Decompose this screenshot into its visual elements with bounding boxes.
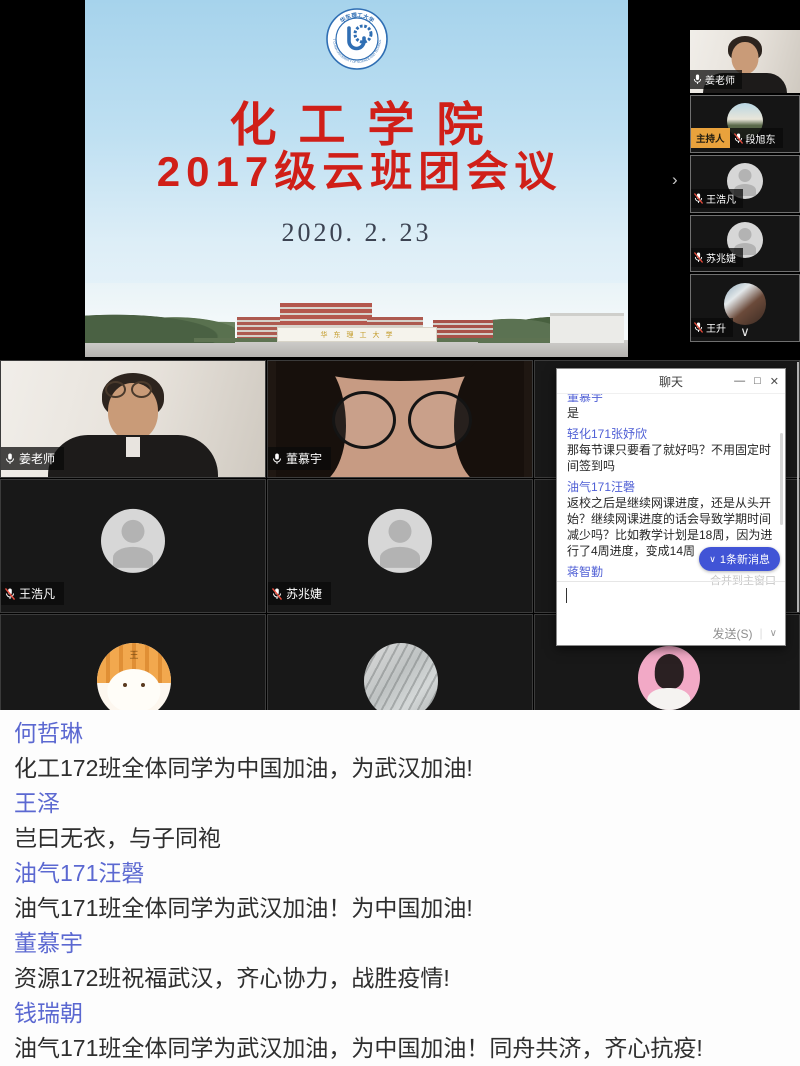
video-collar [126, 437, 140, 457]
thumbnail-wang-sheng[interactable]: 王升 ∨ [690, 274, 800, 342]
mic-icon [5, 453, 15, 465]
new-message-label: 1条新消息 [720, 551, 770, 567]
default-avatar [101, 509, 165, 573]
default-avatar [368, 509, 432, 573]
participant-label: 主持人 段旭东 [691, 128, 783, 148]
chat-sender: 轻化171张妤欣 [567, 426, 775, 442]
participant-label: 王浩凡 [691, 189, 743, 208]
avatar-character: 王 [129, 648, 138, 661]
send-dropdown-icon[interactable]: ∨ [770, 628, 777, 639]
text-caret [566, 588, 567, 603]
video-tile-dong-muyu[interactable]: 董慕宇 [267, 360, 533, 478]
participant-name: 王升 [706, 320, 726, 335]
thumbnail-su-zhaojie[interactable]: 苏兆婕 [690, 215, 800, 272]
minimize-icon[interactable]: — [734, 375, 745, 387]
slide-title-line2: 2017级云班团会议 [85, 138, 628, 199]
new-message-pill[interactable]: ∨ 1条新消息 [699, 547, 780, 571]
feed-text: 油气171班全体同学为武汉加油！为中国加油! [14, 891, 800, 926]
feed-sender: 何哲琳 [14, 716, 800, 751]
participant-name: 董慕宇 [286, 450, 322, 467]
mic-icon [272, 453, 282, 465]
video-tile-jiang-laoshi[interactable]: 姜老师 [0, 360, 266, 478]
feed-sender: 董慕宇 [14, 926, 800, 961]
glasses [131, 381, 152, 398]
muted-mic-icon [5, 588, 15, 600]
chat-window: 聊天 — □ ✕ 董慕宇 是 轻化171张妤欣 那每节课只要看了就好吗？不用固定… [556, 368, 786, 646]
close-icon[interactable]: ✕ [770, 375, 779, 388]
host-badge: 主持人 [691, 128, 730, 148]
video-tile-tiger-avatar[interactable]: 王 [0, 614, 266, 710]
participant-name: 王浩凡 [706, 191, 736, 206]
muted-mic-icon [694, 252, 703, 263]
feed-text: 资源172班祝福武汉，齐心协力，战胜疫情! [14, 961, 800, 996]
send-button[interactable]: 发送(S) [713, 625, 753, 642]
participant-name: 姜老师 [19, 450, 55, 467]
muted-mic-icon [272, 588, 282, 600]
participant-label: 姜老师 [1, 447, 64, 470]
glasses [408, 391, 472, 449]
slide-date: 2020. 2. 23 [85, 218, 628, 248]
university-logo: 华东理工大学 EAST CHINA UNIVERSITY OF SCIENCE … [325, 7, 389, 71]
grid-scrollbar[interactable] [797, 362, 799, 612]
participant-name: 段旭东 [746, 131, 776, 146]
video-tile-su-zhaojie[interactable]: 苏兆婕 [267, 479, 533, 613]
presentation-slide: 华东理工大学 EAST CHINA UNIVERSITY OF SCIENCE … [85, 0, 628, 357]
participant-name: 苏兆婕 [286, 585, 322, 602]
participant-label: 苏兆婕 [691, 248, 743, 267]
muted-mic-icon [734, 133, 743, 144]
chat-text: 是 [567, 405, 775, 421]
chat-text: 那每节课只要看了就好吗？不用固定时间签到吗 [567, 442, 775, 474]
thumbnail-jiang-laoshi[interactable]: 姜老师 [690, 30, 800, 93]
message-feed: 何哲琳 化工172班全体同学为中国加油，为武汉加油! 王泽 岂曰无衣，与子同袍 … [0, 710, 800, 1066]
thumbnail-wang-haofan[interactable]: 王浩凡 [690, 155, 800, 213]
chat-sender: 董慕宇 [567, 393, 775, 405]
campus-photo: 华东理工大学 [85, 283, 628, 357]
muted-mic-icon [694, 322, 703, 333]
participant-label: 董慕宇 [268, 447, 331, 470]
participant-label: 苏兆婕 [268, 582, 331, 605]
chat-input[interactable] [557, 581, 785, 621]
maximize-icon[interactable]: □ [754, 375, 761, 387]
glasses [332, 391, 396, 449]
chat-title: 聊天 [659, 373, 683, 390]
shared-screen-area: 华东理工大学 EAST CHINA UNIVERSITY OF SCIENCE … [0, 0, 800, 360]
participant-label: 姜老师 [690, 70, 742, 89]
glasses [105, 381, 126, 398]
strip-expand-chevron-icon[interactable]: › [672, 170, 678, 190]
chat-titlebar[interactable]: 聊天 — □ ✕ [557, 369, 785, 394]
thumbnail-duan-xudong[interactable]: 主持人 段旭东 [690, 95, 800, 153]
participant-label: 王浩凡 [1, 582, 64, 605]
send-separator: | [760, 626, 763, 640]
video-tile-wang-haofan[interactable]: 王浩凡 [0, 479, 266, 613]
feed-sender: 钱瑞朝 [14, 996, 800, 1031]
video-tile-sketch-avatar[interactable] [267, 614, 533, 710]
chat-sender: 油气171汪磬 [567, 479, 775, 495]
participant-name: 苏兆婕 [706, 250, 736, 265]
photo-building-right [433, 320, 493, 340]
chevron-down-icon: ∨ [709, 554, 716, 565]
tiger-avatar: 王 [97, 643, 171, 710]
pink-avatar [638, 646, 700, 710]
chat-send-row: 发送(S) | ∨ [557, 621, 785, 645]
feed-sender: 王泽 [14, 786, 800, 821]
participant-name: 姜老师 [705, 72, 735, 87]
participant-label: 王升 [691, 318, 733, 337]
feed-text: 化工172班全体同学为中国加油，为武汉加油! [14, 751, 800, 786]
feed-sender: 油气171汪磬 [14, 856, 800, 891]
feed-text: 岂曰无衣，与子同袍 [14, 821, 800, 856]
campus-gate-sign: 华东理工大学 [277, 327, 437, 342]
mic-icon [693, 74, 702, 85]
chat-scrollbar[interactable] [780, 433, 783, 525]
muted-mic-icon [694, 193, 703, 204]
strip-more-chevron-icon[interactable]: ∨ [740, 324, 750, 340]
feed-text: 油气171班全体同学为武汉加油，为中国加油！同舟共济，齐心抗疫! [14, 1031, 800, 1066]
participant-name: 王浩凡 [19, 585, 55, 602]
photo-gate-booth [550, 313, 624, 343]
sketch-avatar [364, 643, 438, 710]
